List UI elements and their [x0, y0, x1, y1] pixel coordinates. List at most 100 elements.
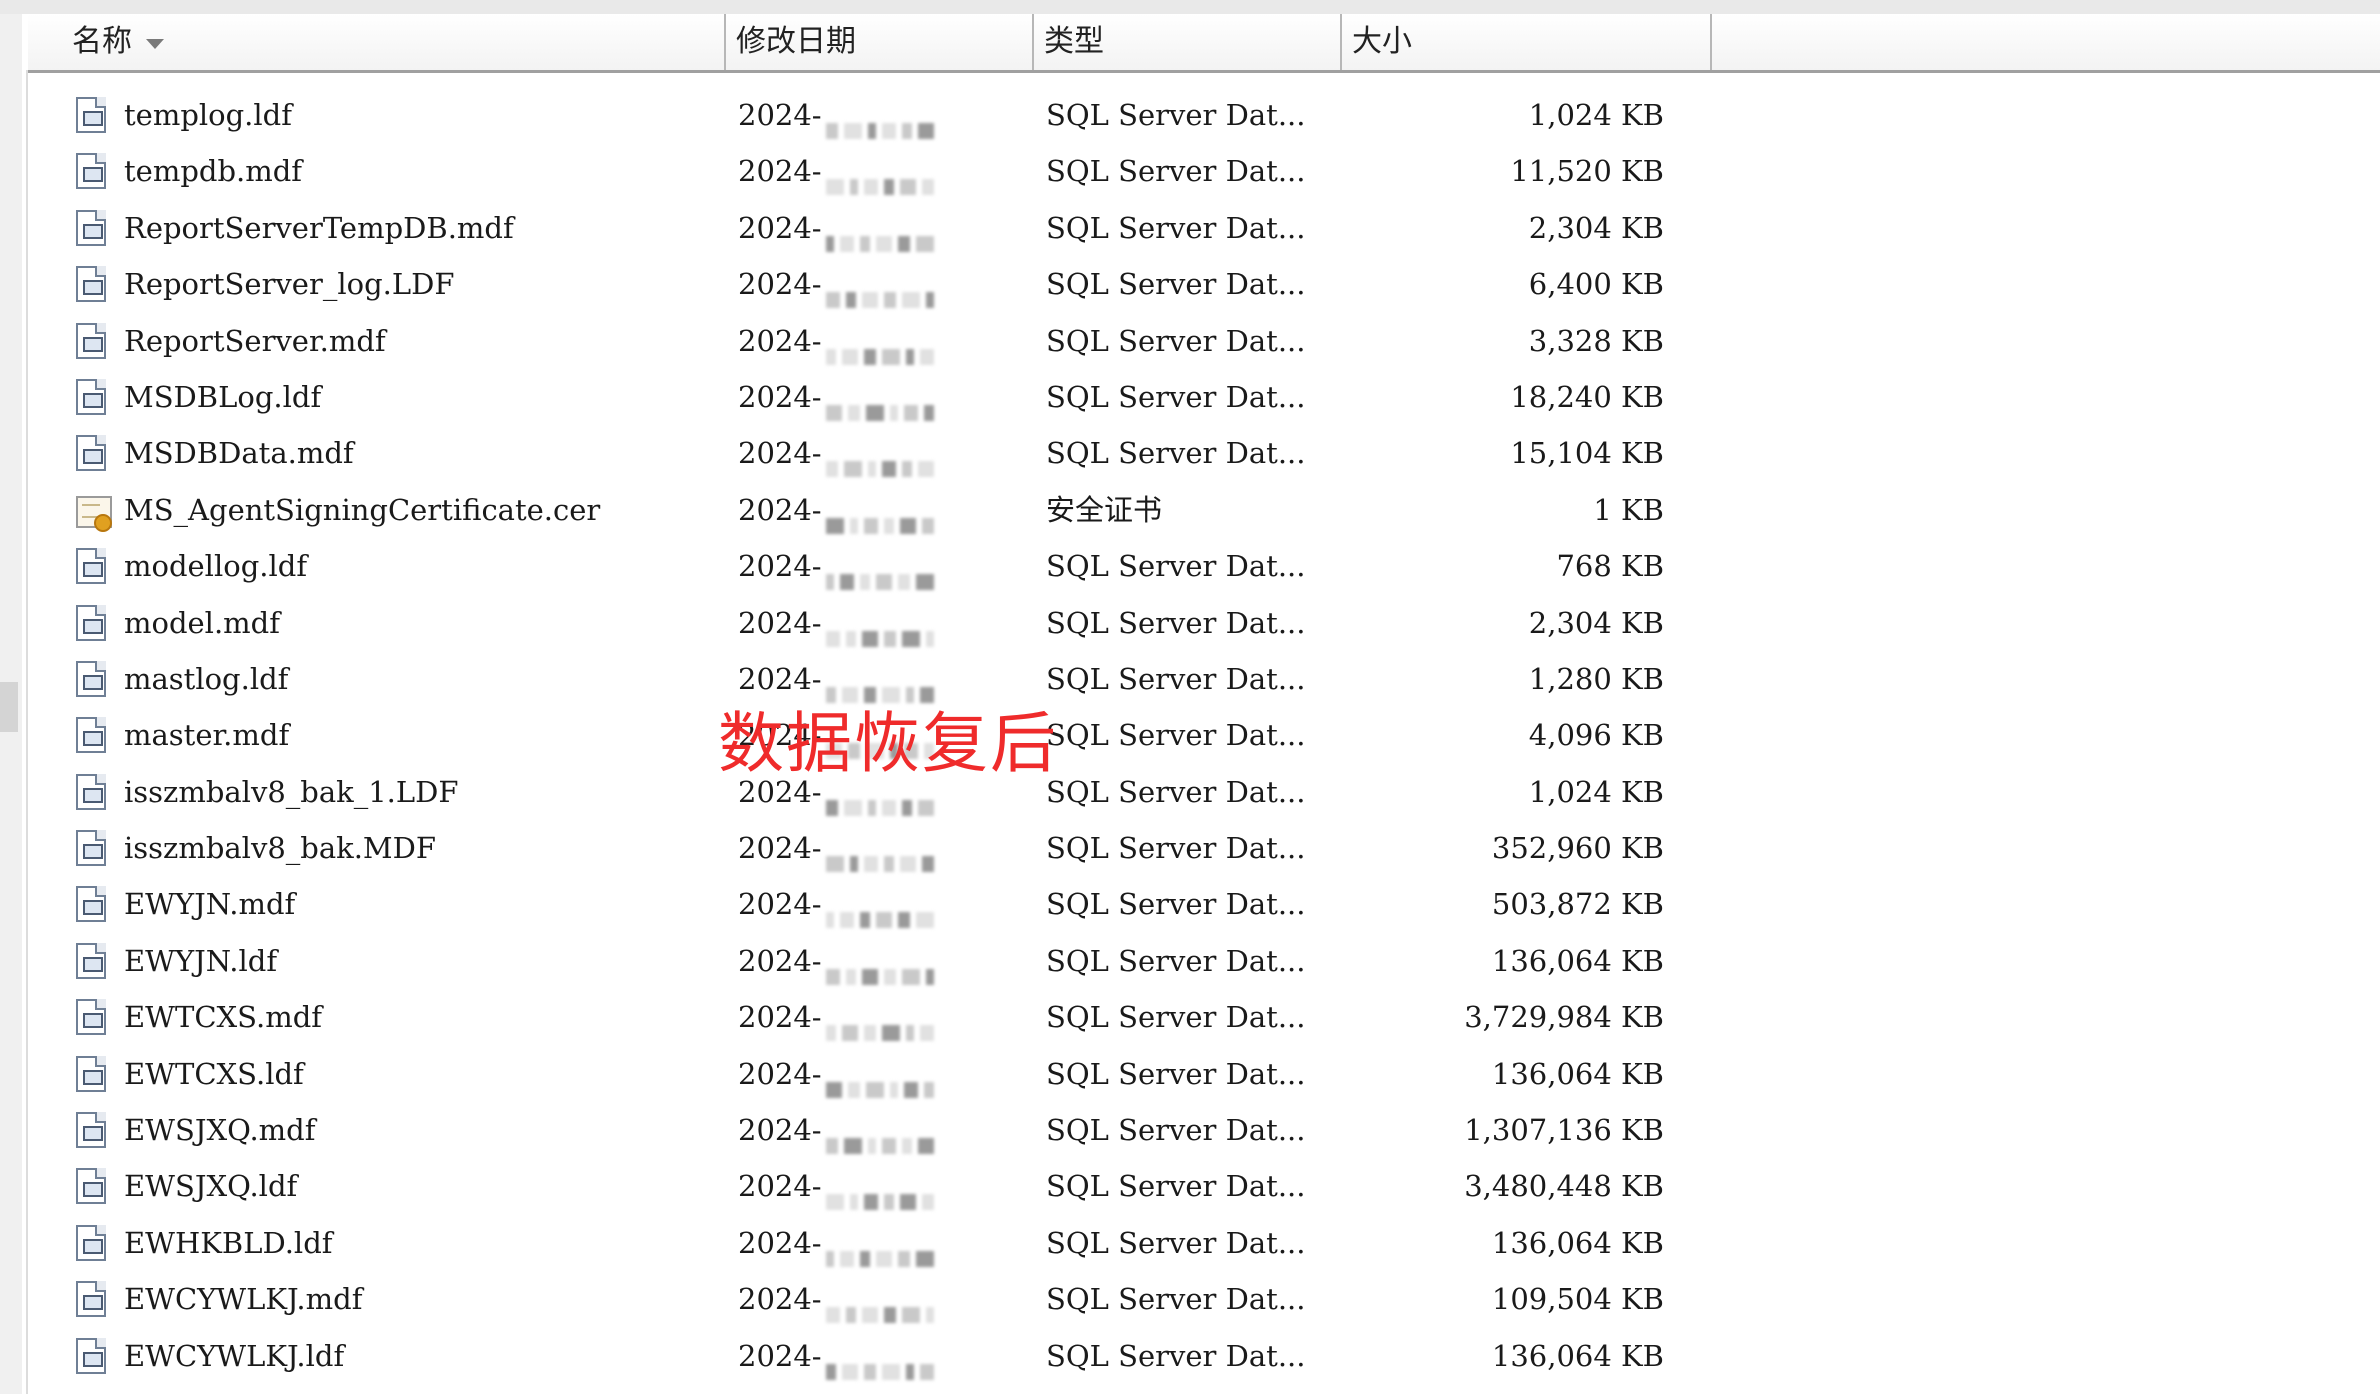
file-modified-date-text: 2024-	[738, 323, 822, 358]
column-header-name[interactable]: 名称	[28, 14, 726, 70]
file-row[interactable]: EWYJN.mdf 2024- SQL Server Dat... 503,872 K…	[0, 879, 2380, 935]
file-modified-date-text: 2024-	[738, 492, 822, 527]
redacted-date-mosaic	[825, 1345, 940, 1380]
file-row[interactable]: master.mdf 2024- SQL Server Dat... 4,096 KB	[0, 710, 2380, 766]
file-icon-cell	[76, 1112, 106, 1168]
file-row[interactable]: EWHKBLD.ldf 2024- SQL Server Dat... 136,064…	[0, 1218, 2380, 1274]
sql-data-file-icon	[76, 153, 106, 190]
annotation-overlay-text: 数据恢复后	[718, 705, 1058, 782]
file-name[interactable]: EWSJXQ.mdf	[124, 1105, 315, 1161]
file-name[interactable]: EWCYWLKJ.mdf	[124, 1274, 362, 1330]
file-row[interactable]: EWTCXS.ldf 2024- SQL Server Dat... 136,064 …	[0, 1049, 2380, 1105]
sql-data-file-icon	[76, 378, 106, 415]
file-type: SQL Server Dat...	[1046, 1056, 1306, 1091]
column-header-bar: 名称 修改日期 类型 大小	[28, 14, 2380, 73]
column-header-size[interactable]: 大小	[1342, 14, 1712, 70]
file-row[interactable]: modellog.ldf 2024- SQL Server Dat... 768 KB	[0, 541, 2380, 597]
file-modified-date-text: 2024-	[738, 210, 822, 245]
file-modified-date: 2024-	[738, 823, 940, 879]
file-type: SQL Server Dat...	[1046, 1225, 1306, 1260]
file-size: 3,480,448 KB	[1464, 1169, 1664, 1204]
file-name[interactable]: EWSJXQ.ldf	[124, 1161, 297, 1217]
file-name[interactable]: tempdb.mdf	[124, 146, 302, 202]
file-type: SQL Server Dat...	[1046, 1282, 1306, 1317]
file-name[interactable]: model.mdf	[124, 598, 280, 654]
file-type: SQL Server Dat...	[1046, 1113, 1306, 1148]
file-size: 1,024 KB	[1528, 98, 1664, 132]
file-type: SQL Server Dat...	[1046, 1169, 1306, 1204]
file-row[interactable]: MSDBLog.ldf 2024- SQL Server Dat... 18,240 …	[0, 372, 2380, 428]
column-header-date[interactable]: 修改日期	[726, 14, 1034, 70]
file-name[interactable]: master.mdf	[124, 710, 289, 766]
file-modified-date-text: 2024-	[738, 1225, 822, 1260]
file-name[interactable]: isszmbalv8_bak_1.LDF	[124, 767, 459, 823]
file-name[interactable]: templog.ldf	[124, 90, 292, 146]
file-name[interactable]: EWYJN.ldf	[124, 936, 277, 992]
file-row[interactable]: ReportServer.mdf 2024- SQL Server Dat... 3,…	[0, 316, 2380, 372]
file-row[interactable]: EWTCXS.mdf 2024- SQL Server Dat... 3,729,98…	[0, 992, 2380, 1048]
file-row[interactable]: EWCYWLKJ.mdf 2024- SQL Server Dat... 109,50…	[0, 1274, 2380, 1330]
file-size: 3,328 KB	[1528, 323, 1664, 358]
file-name[interactable]: EWHKBLD.ldf	[124, 1218, 333, 1274]
file-modified-date: 2024-	[738, 428, 940, 484]
file-name[interactable]: EWYJN.mdf	[124, 879, 295, 935]
file-modified-date: 2024-	[738, 879, 940, 935]
file-icon-cell	[76, 604, 106, 661]
file-row[interactable]: EWSJXQ.mdf 2024- SQL Server Dat... 1,307,13…	[0, 1105, 2380, 1161]
file-row[interactable]: EWSJXQ.ldf 2024- SQL Server Dat... 3,480,44…	[0, 1161, 2380, 1217]
file-modified-date-text: 2024-	[738, 605, 822, 640]
file-size: 1,280 KB	[1528, 661, 1664, 696]
file-name[interactable]: EWTCXS.ldf	[124, 1049, 304, 1105]
file-row[interactable]: templog.ldf 2024- SQL Server Dat... 1,024 K…	[0, 90, 2380, 146]
file-size: 352,960 KB	[1491, 831, 1664, 866]
file-modified-date-text: 2024-	[738, 1282, 822, 1317]
file-type: SQL Server Dat...	[1046, 831, 1306, 866]
file-modified-date: 2024-	[738, 259, 940, 315]
file-row[interactable]: model.mdf 2024- SQL Server Dat... 2,304 KB	[0, 598, 2380, 654]
file-name[interactable]: EWCYWLKJ.ldf	[124, 1331, 344, 1387]
file-icon-cell	[76, 97, 106, 153]
column-header-type[interactable]: 类型	[1034, 14, 1342, 70]
file-icon-cell	[76, 830, 106, 886]
file-modified-date-text: 2024-	[738, 943, 822, 978]
file-row[interactable]: ReportServerTempDB.mdf 2024- SQL Server Da…	[0, 203, 2380, 259]
file-name[interactable]: ReportServer_log.LDF	[124, 259, 454, 315]
file-name[interactable]: ReportServerTempDB.mdf	[124, 203, 514, 259]
file-modified-date: 2024-	[738, 992, 940, 1048]
file-name[interactable]: mastlog.ldf	[124, 654, 288, 710]
file-name[interactable]: ReportServer.mdf	[124, 316, 386, 372]
file-name[interactable]: MSDBData.mdf	[124, 428, 354, 484]
file-name[interactable]: MS_AgentSigningCertificate.cer	[124, 485, 600, 541]
file-row[interactable]: EWYJN.ldf 2024- SQL Server Dat... 136,064 K…	[0, 936, 2380, 992]
file-icon-cell	[76, 1337, 106, 1394]
file-name[interactable]: isszmbalv8_bak.MDF	[124, 823, 436, 879]
file-row[interactable]: EWCYWLKJ.ldf 2024- SQL Server Dat... 136,06…	[0, 1331, 2380, 1387]
file-row[interactable]: tempdb.mdf 2024- SQL Server Dat... 11,520 K…	[0, 146, 2380, 202]
redacted-date-mosaic	[825, 104, 940, 139]
redacted-date-mosaic	[825, 386, 940, 421]
file-modified-date: 2024-	[738, 1105, 940, 1161]
file-size: 1,307,136 KB	[1464, 1113, 1664, 1148]
file-list: templog.ldf 2024- SQL Server Dat... 1,024 K…	[0, 90, 2380, 1387]
file-row[interactable]: isszmbalv8_bak.MDF 2024- SQL Server Dat...…	[0, 823, 2380, 879]
file-row[interactable]: isszmbalv8_bak_1.LDF 2024- SQL Server Dat.…	[0, 767, 2380, 823]
file-name[interactable]: MSDBLog.ldf	[124, 372, 321, 428]
file-icon-cell	[76, 209, 106, 266]
file-icon-cell	[76, 153, 106, 209]
sql-data-file-icon	[76, 1055, 106, 1092]
sort-descending-icon	[146, 39, 164, 49]
file-modified-date: 2024-	[738, 203, 940, 259]
file-row[interactable]: mastlog.ldf 2024- SQL Server Dat... 1,280 K…	[0, 654, 2380, 710]
file-name[interactable]: modellog.ldf	[124, 541, 307, 597]
file-icon-cell	[76, 322, 106, 379]
sql-data-file-icon	[76, 830, 106, 867]
file-icon-cell	[76, 1224, 106, 1281]
file-row[interactable]: ReportServer_log.LDF 2024- SQL Server Dat.…	[0, 259, 2380, 315]
file-icon-cell	[76, 942, 106, 999]
sql-data-file-icon	[76, 435, 106, 472]
file-name[interactable]: EWTCXS.mdf	[124, 992, 322, 1048]
file-row[interactable]: MS_AgentSigningCertificate.cer 2024- 安全证书 1…	[0, 485, 2380, 541]
sql-data-file-icon	[76, 1337, 106, 1374]
file-type: SQL Server Dat...	[1046, 718, 1306, 753]
file-row[interactable]: MSDBData.mdf 2024- SQL Server Dat... 15,104…	[0, 428, 2380, 484]
